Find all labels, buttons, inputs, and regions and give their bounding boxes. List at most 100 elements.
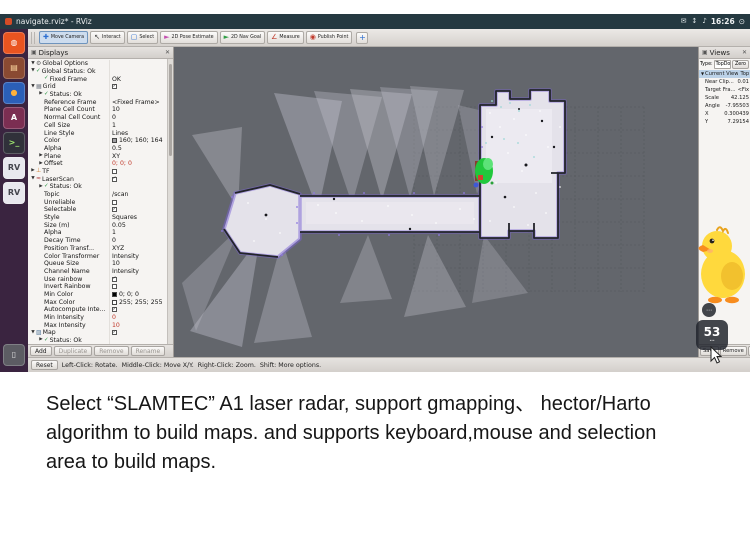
property-value[interactable]: /scan <box>109 190 167 199</box>
displays-tree-row[interactable]: Alpha 0.5 <box>28 144 167 153</box>
views-tree-row[interactable]: Y 7.29154 <box>699 118 750 126</box>
enable-checkbox[interactable] <box>112 176 117 182</box>
enable-checkbox[interactable] <box>112 276 117 282</box>
displays-tree-row[interactable]: Autocompute Inte... <box>28 306 167 314</box>
displays-tree-row[interactable]: ▶ Offset 0; 0; 0 <box>28 159 167 168</box>
view-property-value[interactable]: 0.300439 <box>722 111 749 117</box>
displays-action-button[interactable]: Duplicate <box>53 346 93 356</box>
views-panel-header[interactable]: ▣ Views ✕ <box>699 47 750 59</box>
displays-tree-row[interactable]: Style Squares <box>28 213 167 222</box>
power-icon[interactable]: ⊙ <box>739 18 745 26</box>
property-value[interactable]: OK <box>109 75 167 84</box>
displays-panel-header[interactable]: ▣ Displays ✕ <box>28 47 173 59</box>
toolbar-tool-button[interactable]: ► 2D Pose Estimate <box>160 31 218 44</box>
displays-tree-row[interactable]: Color Transformer Intensity <box>28 252 167 260</box>
displays-tree-row[interactable]: ▼ ▨ Map <box>28 329 167 337</box>
add-tool-button[interactable]: + <box>356 31 369 44</box>
toolbar-grip[interactable] <box>31 31 35 44</box>
property-value[interactable]: 10 <box>109 106 167 114</box>
property-value[interactable] <box>109 329 167 337</box>
property-value[interactable] <box>109 275 167 283</box>
property-value[interactable]: Intensity <box>109 252 167 260</box>
displays-tree-row[interactable]: ✓ Fixed Frame OK <box>28 75 167 84</box>
displays-tree-row[interactable]: Reference Frame <Fixed Frame> <box>28 98 167 107</box>
displays-tree-row[interactable]: Cell Size 1 <box>28 121 167 130</box>
close-icon[interactable]: ✕ <box>742 49 747 56</box>
displays-tree-row[interactable]: Selectable <box>28 206 167 214</box>
view-property-value[interactable]: TopDownOrtho <box>738 71 749 77</box>
scrollbar-thumb[interactable] <box>169 64 172 156</box>
enable-checkbox[interactable] <box>112 207 117 213</box>
displays-action-button[interactable]: Remove <box>94 346 129 356</box>
toolbar-tool-button[interactable]: ◉ Publish Point <box>305 31 353 44</box>
displays-tree-row[interactable]: Line Style Lines <box>28 129 167 137</box>
displays-tree-row[interactable]: ▶ ✓ Status: Ok <box>28 183 167 191</box>
tray-icon[interactable]: ↕ <box>691 18 697 25</box>
property-value[interactable]: 0 <box>109 113 167 122</box>
clock[interactable]: 16:26 <box>711 17 735 26</box>
property-value[interactable] <box>109 336 167 344</box>
property-value[interactable]: 1 <box>109 229 167 237</box>
enable-checkbox[interactable] <box>112 168 117 174</box>
property-value[interactable]: Intensity <box>109 267 167 276</box>
close-icon[interactable]: ✕ <box>165 49 170 56</box>
property-value[interactable]: 10 <box>109 259 167 268</box>
property-value[interactable]: <Fixed Frame> <box>109 98 167 107</box>
property-value[interactable] <box>109 183 167 191</box>
enable-checkbox[interactable] <box>112 84 117 90</box>
property-value[interactable]: XY <box>109 152 167 160</box>
launcher-icon-software[interactable]: A <box>3 107 25 129</box>
property-value[interactable]: XYZ <box>109 244 167 253</box>
zero-button[interactable]: Zero <box>731 60 749 69</box>
views-tree-row[interactable]: ▼ Current View TopDownOrtho <box>699 70 750 78</box>
3d-viewport[interactable] <box>174 47 698 357</box>
property-value[interactable]: 1 <box>109 121 167 130</box>
displays-tree-row[interactable]: Size (m) 0.05 <box>28 221 167 230</box>
launcher-icon-rviz-1[interactable]: RV <box>3 157 25 179</box>
displays-tree-row[interactable]: ▼ ⚙ Global Options <box>28 60 167 68</box>
property-value[interactable] <box>109 67 167 76</box>
displays-tree-row[interactable]: Invert Rainbow <box>28 282 167 291</box>
property-value[interactable] <box>109 306 167 314</box>
views-tree-row[interactable]: X 0.300439 <box>699 110 750 118</box>
displays-tree-row[interactable]: Unreliable <box>28 198 167 207</box>
displays-tree-row[interactable]: ▶ ⊥ TF <box>28 167 167 176</box>
property-value[interactable]: 255; 255; 255 <box>109 298 167 306</box>
property-value[interactable] <box>109 83 167 91</box>
enable-checkbox[interactable] <box>112 284 117 290</box>
views-tree-row[interactable]: Scale 42.125 <box>699 94 750 102</box>
displays-tree-row[interactable]: Channel Name Intensity <box>28 267 167 276</box>
property-value[interactable]: 160; 160; 164 <box>109 136 167 145</box>
property-value[interactable] <box>109 175 167 183</box>
view-type-select[interactable]: TopDownOrtho <box>713 60 731 69</box>
displays-tree-row[interactable]: ▶ ✓ Status: Ok <box>28 336 167 344</box>
displays-scrollbar[interactable] <box>167 59 173 344</box>
toolbar-tool-button[interactable]: ✚ Move Camera <box>39 31 89 44</box>
displays-tree-row[interactable]: Topic /scan <box>28 190 167 199</box>
property-value[interactable]: 0; 0; 0 <box>109 159 167 168</box>
view-property-value[interactable]: -7.95503 <box>724 103 749 109</box>
property-value[interactable]: 0 <box>109 313 167 322</box>
displays-tree-row[interactable]: ▼ ▦ Grid <box>28 83 167 91</box>
property-value[interactable]: 0 <box>109 236 167 245</box>
displays-tree-row[interactable]: Min Intensity 0 <box>28 313 167 322</box>
displays-tree-row[interactable]: Max Intensity 10 <box>28 321 167 330</box>
view-property-value[interactable]: 0.01 <box>735 79 749 85</box>
view-property-value[interactable]: 7.29154 <box>726 119 749 125</box>
tray-icon[interactable]: ✉ <box>681 18 687 25</box>
property-value[interactable] <box>109 206 167 214</box>
launcher-icon-files[interactable]: ▤ <box>3 57 25 79</box>
displays-tree-row[interactable]: ▼ ✓ Global Status: Ok <box>28 67 167 76</box>
property-value[interactable]: Squares <box>109 213 167 222</box>
property-value[interactable]: 0.05 <box>109 221 167 230</box>
property-value[interactable] <box>109 198 167 207</box>
toolbar-tool-button[interactable]: ↖ Interact <box>90 31 125 44</box>
property-value[interactable]: Lines <box>109 129 167 137</box>
property-value[interactable] <box>109 60 167 68</box>
displays-tree-row[interactable]: Plane Cell Count 10 <box>28 106 167 114</box>
views-tree-row[interactable]: Angle -7.95503 <box>699 102 750 110</box>
displays-tree-row[interactable]: ▼ ≈ LaserScan <box>28 175 167 183</box>
toolbar-tool-button[interactable]: ∠ Measure <box>267 31 304 44</box>
launcher-icon-terminal[interactable]: >_ <box>3 132 25 154</box>
views-tree-row[interactable]: Target Fra... <Fixed Frame> <box>699 86 750 94</box>
